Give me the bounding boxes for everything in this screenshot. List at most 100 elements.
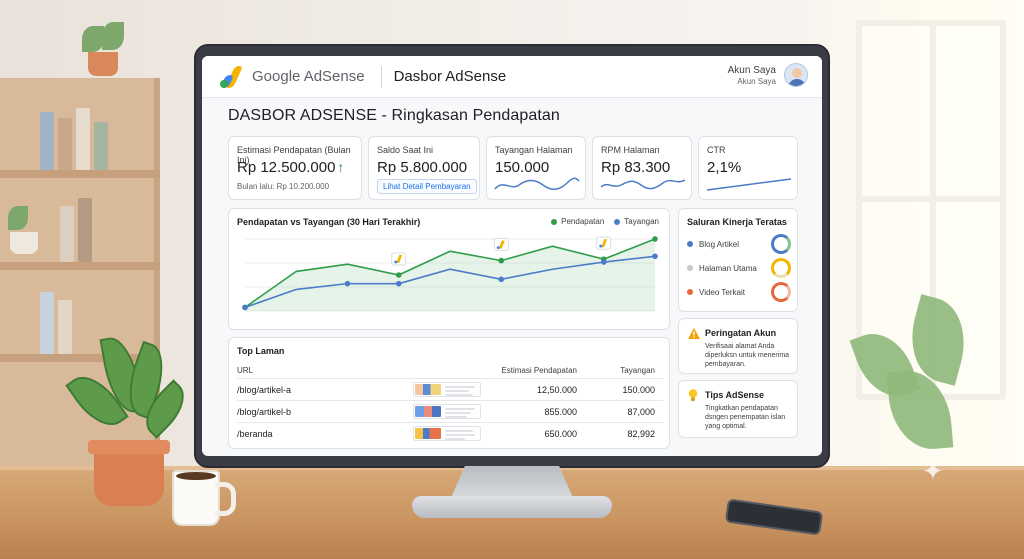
table-header: URL Estimasi Pendapatan Tayangan: [237, 364, 663, 378]
metric-label: Saldo Saat Ini: [377, 145, 434, 155]
annotation-marker-icon[interactable]: [391, 252, 407, 266]
warning-title: Peringatan Akun: [705, 328, 777, 338]
monitor-base: [412, 496, 612, 518]
col-views: Tayangan: [620, 366, 655, 375]
row-views: 82,992: [627, 429, 655, 439]
book: [40, 112, 54, 170]
metric-value: 150.000: [495, 159, 550, 176]
top-channels-panel: Saluran Kinerja Teratas Blog Artikel Hal…: [678, 208, 798, 312]
donut-icon: [771, 258, 791, 278]
data-point[interactable]: [242, 304, 248, 311]
small-leaf: [102, 22, 124, 50]
shelf-board: [0, 262, 160, 270]
book: [58, 300, 72, 354]
app-title: Dasbor AdSense: [393, 68, 507, 85]
brand-name: Google AdSense: [252, 68, 365, 85]
metric-card-pageviews[interactable]: Tayangan Halaman 150.000: [486, 136, 586, 200]
screen: Google AdSense Dasbor AdSense Akun Saya …: [202, 56, 822, 456]
metric-value: 2,1%: [707, 159, 742, 176]
avatar[interactable]: [784, 63, 808, 87]
row-url[interactable]: /beranda: [237, 429, 273, 439]
page-title: DASBOR ADSENSE - Ringkasan Pendapatan: [228, 107, 560, 124]
data-point[interactable]: [395, 272, 402, 278]
channel-row[interactable]: Video Terkait: [687, 281, 791, 303]
monitor-stand: [450, 466, 574, 500]
table-row[interactable]: /beranda 650.000 82,992: [237, 422, 663, 444]
account-subtitle: Akun Saya: [737, 76, 776, 86]
metric-value: Rp 83.300: [601, 159, 671, 176]
channel-name: Video Terkait: [699, 287, 745, 297]
small-leaf: [82, 26, 104, 52]
small-pot: [10, 232, 38, 254]
data-point[interactable]: [652, 253, 658, 260]
metric-card-rpm[interactable]: RPM Halaman Rp 83.300: [592, 136, 692, 200]
annotation-marker-icon[interactable]: [596, 236, 612, 250]
metric-card-ctr[interactable]: CTR 2,1%: [698, 136, 798, 200]
top-pages-table: Top Laman URL Estimasi Pendapatan Tayang…: [228, 337, 670, 449]
col-url: URL: [237, 366, 254, 375]
account-name: Akun Saya: [727, 64, 776, 76]
table-title: Top Laman: [237, 346, 285, 356]
row-estimated-earnings: 12,50.000: [536, 385, 577, 395]
tips-title: Tips AdSense: [705, 390, 765, 400]
adsense-tips-panel[interactable]: Tips AdSense Tingkatkan pendapatan dsnge…: [678, 380, 798, 438]
donut-icon: [771, 234, 791, 254]
book: [40, 292, 54, 354]
earnings-chart-panel: Pendapatan vs Tayangan (30 Hari Terakhir…: [228, 208, 670, 330]
row-views: 150.000: [622, 385, 655, 395]
channel-dot: [687, 241, 693, 247]
shelf-board: [0, 170, 160, 178]
warning-icon: [688, 328, 700, 339]
data-point[interactable]: [652, 236, 658, 242]
page-thumbnail: [413, 382, 481, 397]
rpm-sparkline: [600, 179, 686, 190]
row-url[interactable]: /blog/artikel-b: [237, 407, 291, 417]
data-point[interactable]: [498, 257, 505, 264]
lightbulb-icon: [688, 389, 698, 401]
account-warning-panel[interactable]: Peringatan Akun Verifisaai alamat Anda d…: [678, 318, 798, 374]
tips-text: Tingkatkan pendapatan dsngen penempatan …: [705, 405, 786, 430]
small-pot: [88, 52, 118, 76]
book: [78, 198, 92, 262]
metric-value: Rp 12.500.000 ↑: [237, 159, 345, 176]
account-menu[interactable]: Akun Saya Akun Saya: [728, 63, 808, 87]
plant-pot-rim: [88, 440, 170, 454]
line-chart: [242, 236, 658, 312]
data-point[interactable]: [600, 259, 607, 265]
row-url[interactable]: /blog/artikel-a: [237, 385, 291, 395]
row-estimated-earnings: 650.000: [544, 429, 577, 439]
adsense-logo-icon: [219, 65, 246, 88]
channel-row[interactable]: Blog Artikel: [687, 233, 791, 255]
data-point[interactable]: [498, 276, 505, 283]
row-estimated-earnings: 855.000: [544, 407, 577, 417]
plant-pot: [94, 448, 164, 506]
page-thumbnail: [413, 426, 481, 441]
table-row[interactable]: /blog/artikel-b 855.000 87,000: [237, 400, 663, 422]
table-row[interactable]: /blog/artikel-a 12,50.000 150.000: [237, 378, 663, 400]
metric-comparison: Bulan lalu: Rp 10.200.000: [237, 182, 330, 191]
coffee: [176, 472, 216, 480]
channel-dot: [687, 289, 693, 295]
adsense-logo[interactable]: Google AdSense: [219, 65, 365, 88]
data-point[interactable]: [395, 280, 402, 287]
metric-card-balance[interactable]: Saldo Saat Ini Rp 5.800.000 Lihat Detail…: [368, 136, 480, 200]
sparkle-icon: ✦: [922, 456, 944, 486]
top-channels-title: Saluran Kinerja Teratas: [687, 217, 787, 227]
page-thumbnail: [413, 404, 481, 419]
row-views: 87,000: [627, 407, 655, 417]
annotation-marker-icon[interactable]: [493, 238, 509, 252]
metric-label: RPM Halaman: [601, 145, 660, 155]
data-point[interactable]: [344, 280, 351, 287]
background-plant: [849, 294, 1000, 480]
warning-text: Verifisaai alamat Anda diperluksn untuk …: [705, 343, 790, 368]
col-estimated-earnings: Estimasi Pendapatan: [501, 366, 577, 375]
book: [60, 206, 74, 262]
header-divider: [380, 65, 382, 88]
book: [94, 122, 108, 170]
channel-row[interactable]: Halaman Utama: [687, 257, 791, 279]
donut-icon: [771, 282, 791, 302]
book: [58, 118, 72, 170]
payment-details-button[interactable]: Lihat Detail Pembayaran: [377, 179, 477, 194]
pageviews-sparkline: [494, 177, 580, 190]
metric-card-estimated-earnings[interactable]: Estimasi Pendapatan (Bulan Ini) Rp 12.50…: [228, 136, 362, 200]
